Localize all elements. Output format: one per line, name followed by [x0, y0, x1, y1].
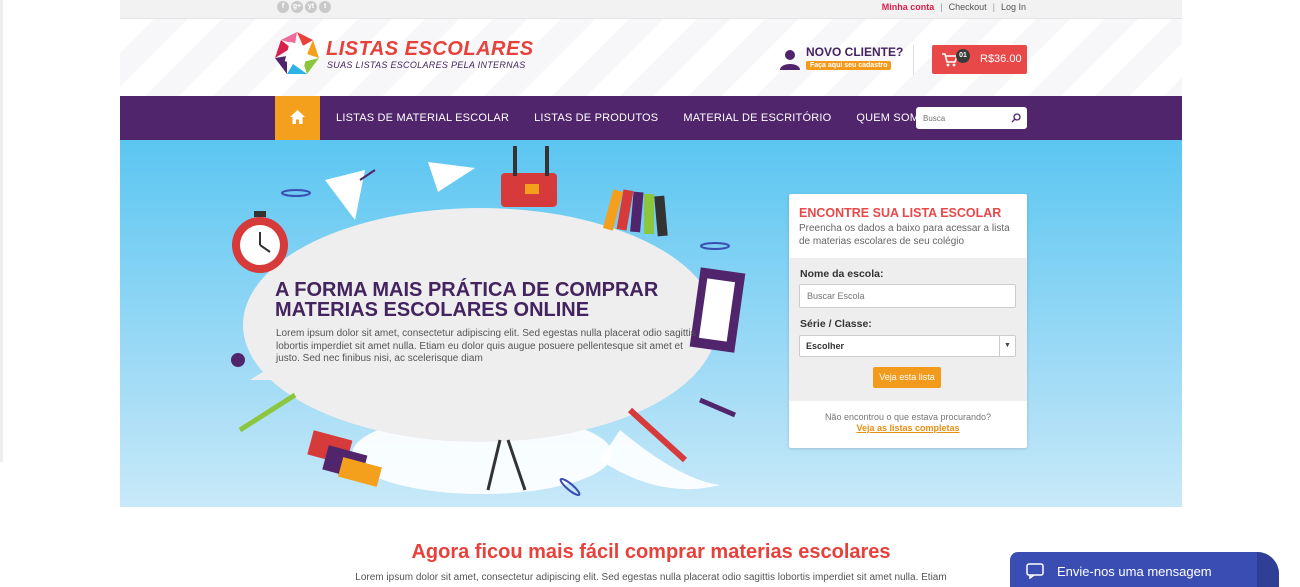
see-list-button[interactable]: Veja esta lista — [873, 367, 941, 388]
my-account-link[interactable]: Minha conta — [882, 2, 935, 12]
separator: | — [992, 2, 995, 12]
hero-heading-line2: MATERIAS ESCOLARES ONLINE — [275, 299, 590, 321]
nav-item-product-lists[interactable]: LISTAS DE PRODUTOS — [534, 112, 658, 124]
site-frame: f g+ yt t Minha conta | Checkout | Log I… — [120, 0, 1182, 507]
grade-select-value: Escolher — [806, 341, 845, 351]
school-search-input[interactable] — [799, 284, 1016, 308]
register-link[interactable]: Faça aqui seu cadastro — [806, 61, 892, 70]
chat-widget[interactable]: Envie-nos uma mensagem — [1010, 552, 1279, 587]
new-client-title: NOVO CLIENTE? — [806, 45, 904, 59]
chevron-down-icon[interactable]: ▼ — [999, 336, 1015, 356]
top-links: Minha conta | Checkout | Log In — [882, 2, 1026, 12]
chat-edge — [1257, 552, 1279, 587]
page: f g+ yt t Minha conta | Checkout | Log I… — [0, 0, 1300, 587]
finder-form: Nome da escola: Série / Classe: Escolher… — [789, 258, 1027, 401]
twitter-icon[interactable]: t — [319, 1, 331, 13]
social-links: f g+ yt t — [277, 1, 331, 13]
left-edge-shadow — [0, 0, 3, 462]
header: LISTAS ESCOLARES SUAS LISTAS ESCOLARES P… — [120, 19, 1182, 96]
logo-icon[interactable] — [273, 30, 321, 78]
top-bar: f g+ yt t Minha conta | Checkout | Log I… — [120, 0, 1182, 19]
search-input[interactable] — [916, 107, 1008, 129]
home-button[interactable] — [275, 96, 320, 140]
nav-item-office-supplies[interactable]: MATERIAL DE ESCRITÓRIO — [683, 112, 831, 124]
divider — [913, 45, 914, 75]
separator: | — [940, 2, 943, 12]
main-nav: LISTAS DE MATERIAL ESCOLAR LISTAS DE PRO… — [120, 96, 1182, 140]
chat-bubble-icon — [1026, 563, 1044, 579]
grade-label: Série / Classe: — [800, 318, 872, 330]
home-icon — [290, 110, 305, 124]
nav-items: LISTAS DE MATERIAL ESCOLAR LISTAS DE PRO… — [336, 96, 935, 140]
search-icon[interactable] — [1011, 113, 1021, 123]
user-icon — [780, 50, 800, 70]
list-finder-card: ENCONTRE SUA LISTA ESCOLAR Preencha os d… — [789, 194, 1027, 448]
search-box — [916, 107, 1027, 129]
school-label: Nome da escola: — [800, 268, 884, 280]
hero-text: Lorem ipsum dolor sit amet, consectetur … — [276, 328, 696, 364]
nav-item-school-lists[interactable]: LISTAS DE MATERIAL ESCOLAR — [336, 112, 509, 124]
finder-description: Preencha os dados a baixo para acessar a… — [799, 223, 1010, 247]
hero-heading: A FORMA MAIS PRÁTICA DE COMPRAR MATERIAS… — [275, 280, 695, 320]
hero-banner: A FORMA MAIS PRÁTICA DE COMPRAR MATERIAS… — [120, 140, 1182, 507]
brand-title[interactable]: LISTAS ESCOLARES — [326, 38, 534, 61]
cart-button[interactable]: 01 R$36.00 — [932, 45, 1027, 74]
facebook-icon[interactable]: f — [277, 1, 289, 13]
cart-total: R$36.00 — [980, 53, 1022, 65]
google-plus-icon[interactable]: g+ — [291, 1, 303, 13]
finder-title: ENCONTRE SUA LISTA ESCOLAR — [799, 206, 1002, 220]
not-found-text: Não encontrou o que estava procurando? — [824, 412, 992, 422]
checkout-link[interactable]: Checkout — [949, 2, 987, 12]
hero-heading-line1: A FORMA MAIS PRÁTICA DE COMPRAR — [275, 279, 659, 301]
login-link[interactable]: Log In — [1001, 2, 1026, 12]
cart-count-badge: 01 — [956, 49, 970, 63]
grade-select[interactable]: Escolher ▼ — [799, 335, 1016, 357]
brand-subtitle: SUAS LISTAS ESCOLARES PELA INTERNAS — [327, 60, 526, 70]
see-all-lists-link[interactable]: Veja as listas completas — [789, 423, 1027, 433]
chat-label: Envie-nos uma mensagem — [1057, 564, 1212, 579]
youtube-icon[interactable]: yt — [305, 1, 317, 13]
